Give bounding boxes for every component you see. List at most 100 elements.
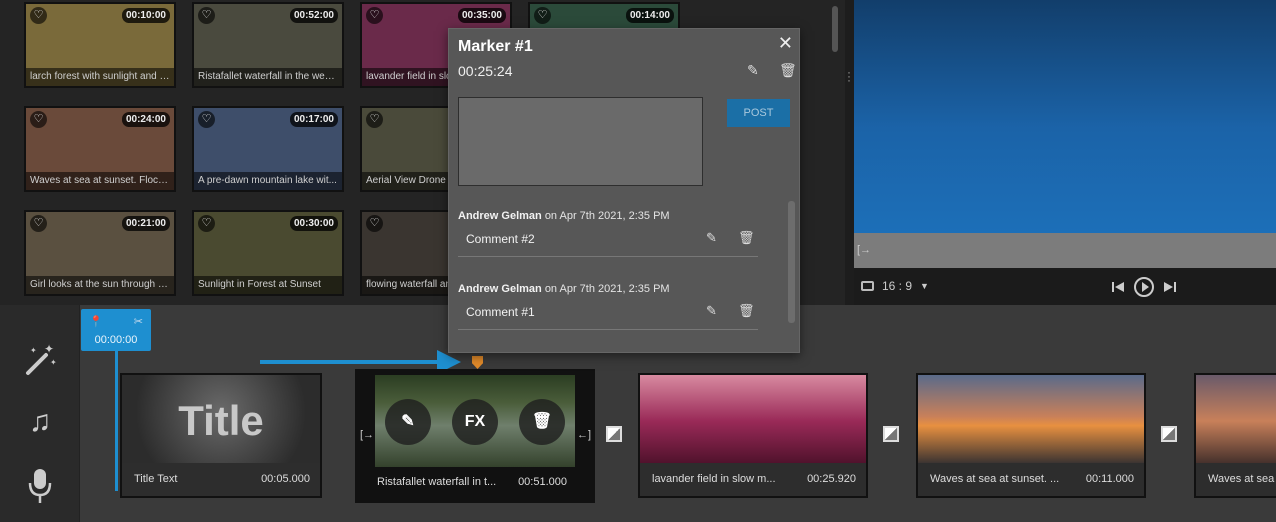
scissors-icon[interactable]: ✂ bbox=[134, 315, 143, 328]
clip-name: lavander field in slow m... bbox=[652, 473, 776, 485]
post-button[interactable]: POST bbox=[727, 99, 790, 127]
timeline-clip[interactable]: Waves at sea bbox=[1194, 373, 1276, 498]
comment-input[interactable] bbox=[458, 97, 703, 186]
comment-meta: Andrew Gelman on Apr 7th 2021, 2:35 PM bbox=[458, 283, 758, 295]
clip-name: Waves at sea bbox=[1208, 473, 1275, 485]
playhead-line bbox=[115, 351, 118, 491]
item-caption: larch forest with sunlight and s... bbox=[26, 68, 174, 86]
edit-pencil-icon[interactable]: ✎ bbox=[385, 399, 431, 445]
comment-item: Andrew Gelman on Apr 7th 2021, 2:35 PM C… bbox=[458, 283, 758, 330]
favorite-heart-icon[interactable]: ♡ bbox=[366, 7, 383, 24]
aspect-ratio-select[interactable]: 16 : 9 ▼ bbox=[861, 279, 929, 293]
clip-thumbnail: Title bbox=[122, 375, 320, 467]
svg-text:✦: ✦ bbox=[50, 358, 57, 367]
preview-panel: · · · [→ 16 : 9 ▼ bbox=[845, 0, 1276, 305]
comment-date: on Apr 7th 2021, 2:35 PM bbox=[544, 283, 670, 295]
library-item[interactable]: ♡ 00:10:00 larch forest with sunlight an… bbox=[24, 2, 176, 88]
play-icon[interactable] bbox=[1133, 276, 1155, 298]
comment-meta: Andrew Gelman on Apr 7th 2021, 2:35 PM bbox=[458, 210, 758, 222]
item-duration: 00:21:00 bbox=[121, 216, 170, 231]
comment-text: Comment #1 bbox=[466, 305, 535, 319]
favorite-heart-icon[interactable]: ♡ bbox=[30, 7, 47, 24]
item-caption: Sunlight in Forest at Sunset bbox=[194, 276, 342, 294]
trim-in-icon[interactable]: [→ bbox=[857, 244, 871, 256]
clip-duration: 00:11.000 bbox=[1085, 473, 1134, 485]
clip-duration: 00:05.000 bbox=[261, 473, 310, 485]
favorite-heart-icon[interactable]: ♡ bbox=[534, 7, 551, 24]
marker-pin-icon[interactable]: 📍 bbox=[89, 315, 103, 328]
favorite-heart-icon[interactable]: ♡ bbox=[30, 215, 47, 232]
marker-time: 00:25:24 bbox=[458, 63, 513, 79]
divider bbox=[458, 256, 758, 257]
preview-screen bbox=[854, 0, 1276, 233]
magic-wand-icon[interactable]: ✦ ✦ ✦ bbox=[22, 341, 58, 381]
favorite-heart-icon[interactable]: ♡ bbox=[366, 215, 383, 232]
preview-scrubber[interactable] bbox=[854, 233, 1276, 268]
favorite-heart-icon[interactable]: ♡ bbox=[198, 7, 215, 24]
clip-thumbnail bbox=[1196, 375, 1276, 467]
trim-in-icon[interactable]: [→ bbox=[360, 429, 374, 441]
clip-thumbnail bbox=[640, 375, 866, 467]
tools-sidebar: ✦ ✦ ✦ ♫ bbox=[0, 305, 80, 522]
library-item[interactable]: ♡ 00:17:00 A pre-dawn mountain lake wit.… bbox=[192, 106, 344, 192]
item-duration: 00:10:00 bbox=[121, 8, 170, 23]
close-icon[interactable]: ✕ bbox=[778, 33, 793, 54]
title-preview-text: Title bbox=[178, 397, 264, 444]
library-item[interactable]: ♡ 00:21:00 Girl looks at the sun through… bbox=[24, 210, 176, 296]
edit-pencil-icon[interactable]: ✎ bbox=[706, 230, 717, 246]
edit-pencil-icon[interactable]: ✎ bbox=[747, 62, 759, 79]
favorite-heart-icon[interactable]: ♡ bbox=[198, 111, 215, 128]
timeline-clip[interactable]: Waves at sea at sunset. ... 00:11.000 bbox=[916, 373, 1146, 498]
timeline-clip[interactable]: lavander field in slow m... 00:25.920 bbox=[638, 373, 868, 498]
resize-handle-icon[interactable]: · · · bbox=[847, 66, 851, 86]
favorite-heart-icon[interactable]: ♡ bbox=[366, 111, 383, 128]
item-duration: 00:14:00 bbox=[625, 8, 674, 23]
svg-text:✦: ✦ bbox=[30, 346, 37, 355]
delete-trash-icon[interactable]: 🗑 bbox=[738, 230, 755, 246]
delete-trash-icon[interactable]: 🗑 bbox=[738, 303, 755, 319]
clip-thumbnail bbox=[918, 375, 1144, 467]
clip-name: Title Text bbox=[134, 473, 178, 485]
delete-trash-icon[interactable]: 🗑 bbox=[519, 399, 565, 445]
fx-button[interactable]: FX bbox=[452, 399, 498, 445]
favorite-heart-icon[interactable]: ♡ bbox=[198, 215, 215, 232]
library-item[interactable]: ♡ 00:24:00 Waves at sea at sunset. Flock… bbox=[24, 106, 176, 192]
chevron-down-icon: ▼ bbox=[920, 281, 929, 291]
aspect-ratio-icon bbox=[861, 281, 874, 291]
skip-back-icon[interactable] bbox=[1111, 280, 1125, 294]
library-item[interactable]: ♡ 00:52:00 Ristafallet waterfall in the … bbox=[192, 2, 344, 88]
transition-icon[interactable] bbox=[606, 426, 622, 442]
favorite-heart-icon[interactable]: ♡ bbox=[30, 111, 47, 128]
title-clip[interactable]: Title Title Text 00:05.000 bbox=[120, 373, 322, 498]
playhead[interactable]: 📍 ✂ 00:00:00 bbox=[81, 309, 151, 351]
library-scrollbar[interactable] bbox=[832, 6, 838, 52]
library-item[interactable]: ♡ 00:30:00 Sunlight in Forest at Sunset bbox=[192, 210, 344, 296]
item-duration: 00:17:00 bbox=[289, 112, 338, 127]
item-caption: Ristafallet waterfall in the west... bbox=[194, 68, 342, 86]
popup-scrollbar[interactable] bbox=[788, 201, 795, 323]
item-caption: Girl looks at the sun through h... bbox=[26, 276, 174, 294]
edit-pencil-icon[interactable]: ✎ bbox=[706, 303, 717, 319]
transition-icon[interactable] bbox=[883, 426, 899, 442]
item-duration: 00:30:00 bbox=[289, 216, 338, 231]
selected-clip[interactable]: [→ ←] ✎ FX 🗑 Ristafallet waterfall in t.… bbox=[355, 369, 595, 503]
aspect-ratio-label: 16 : 9 bbox=[882, 279, 913, 293]
comment-date: on Apr 7th 2021, 2:35 PM bbox=[544, 210, 670, 222]
playhead-time: 00:00:00 bbox=[94, 334, 138, 346]
divider bbox=[458, 329, 758, 330]
delete-trash-icon[interactable]: 🗑 bbox=[779, 62, 797, 79]
transport-controls bbox=[1111, 276, 1177, 298]
music-icon[interactable]: ♫ bbox=[22, 405, 58, 445]
skip-forward-icon[interactable] bbox=[1163, 280, 1177, 294]
item-duration: 00:24:00 bbox=[121, 112, 170, 127]
clip-name: Ristafallet waterfall in t... bbox=[377, 476, 497, 488]
marker-popup: Marker #1 ✕ 00:25:24 ✎ 🗑 POST Andrew Gel… bbox=[448, 28, 800, 353]
trim-out-icon[interactable]: ←] bbox=[577, 429, 591, 441]
item-caption: Waves at sea at sunset. Flocks ... bbox=[26, 172, 174, 190]
item-duration: 00:52:00 bbox=[289, 8, 338, 23]
item-caption: A pre-dawn mountain lake wit... bbox=[194, 172, 342, 190]
microphone-icon[interactable] bbox=[22, 465, 58, 505]
clip-duration: 00:51.000 bbox=[518, 476, 567, 488]
svg-text:✦: ✦ bbox=[44, 342, 54, 356]
transition-icon[interactable] bbox=[1161, 426, 1177, 442]
